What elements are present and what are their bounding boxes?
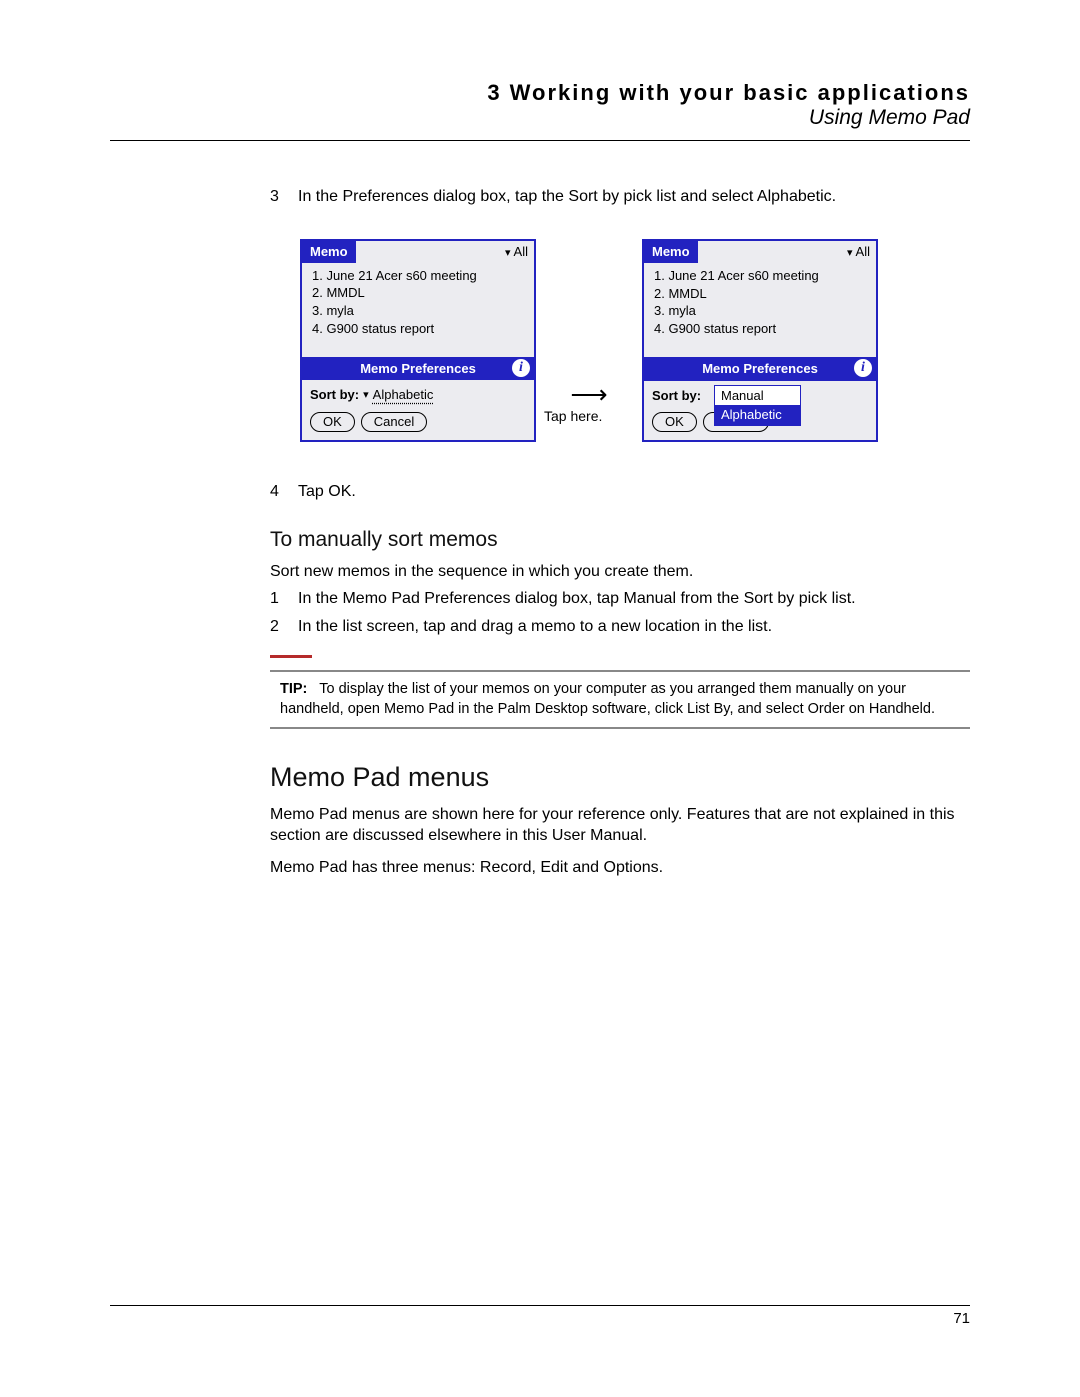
category-picker[interactable]: All: [358, 241, 534, 263]
sort-by-dropdown-open[interactable]: Manual Alphabetic: [714, 385, 801, 426]
palm-screen-after: Memo All 1. June 21 Acer s60 meeting 2. …: [642, 239, 878, 442]
ok-button[interactable]: OK: [652, 412, 697, 432]
section-title: Using Memo Pad: [110, 106, 970, 130]
dropdown-option-alphabetic[interactable]: Alphabetic: [715, 405, 800, 425]
pref-title-text: Memo Preferences: [360, 361, 476, 376]
memo-list: 1. June 21 Acer s60 meeting 2. MMDL 3. m…: [644, 263, 876, 357]
sort-by-label: Sort by:: [310, 386, 359, 404]
tip-box: TIP: To display the list of your memos o…: [270, 670, 970, 729]
sub-intro: Sort new memos in the sequence in which …: [270, 561, 970, 583]
app-title: Memo: [302, 241, 358, 263]
app-titlebar: Memo All: [302, 241, 534, 263]
list-item[interactable]: 2. MMDL: [312, 284, 528, 302]
step-number: 1: [270, 588, 298, 610]
section-memo-pad-menus: Memo Pad menus: [270, 759, 970, 795]
substep-2: 2 In the list screen, tap and drag a mem…: [270, 616, 970, 638]
subheading-manual-sort: To manually sort memos: [270, 526, 970, 554]
info-icon[interactable]: i: [854, 359, 872, 377]
app-title: Memo: [644, 241, 700, 263]
section2-para1: Memo Pad menus are shown here for your r…: [270, 804, 970, 847]
category-label: All: [514, 243, 528, 261]
category-picker[interactable]: All: [700, 241, 876, 263]
ok-button[interactable]: OK: [310, 412, 355, 432]
tip-text: To display the list of your memos on you…: [280, 681, 935, 717]
step-4: 4 Tap OK.: [270, 481, 970, 503]
step-3: 3 In the Preferences dialog box, tap the…: [270, 186, 970, 208]
sort-by-label: Sort by:: [652, 387, 701, 405]
pref-dialog-title: Memo Preferences i: [644, 357, 876, 381]
dropdown-icon: [847, 243, 853, 261]
step-text: In the Memo Pad Preferences dialog box, …: [298, 588, 970, 610]
palm-screen-before: Memo All 1. June 21 Acer s60 meeting 2. …: [300, 239, 536, 442]
step-text: In the list screen, tap and drag a memo …: [298, 616, 970, 638]
callout-tap-here: Tap here.: [544, 407, 602, 426]
list-item[interactable]: 3. myla: [312, 302, 528, 320]
page-header: 3 Working with your basic applications U…: [110, 80, 970, 141]
section2-para2: Memo Pad has three menus: Record, Edit a…: [270, 857, 970, 879]
arrow-right-icon: ⟶: [544, 381, 634, 407]
info-icon[interactable]: i: [512, 359, 530, 377]
page-number: 71: [953, 1310, 970, 1327]
sort-by-value[interactable]: Alphabetic: [373, 386, 434, 404]
tip-accent-bar: [270, 655, 312, 658]
dropdown-icon: [505, 243, 511, 261]
pref-dialog-title: Memo Preferences i: [302, 357, 534, 381]
app-titlebar: Memo All: [644, 241, 876, 263]
pref-dialog-body: Sort by: Manual Alphabetic OK Cancel: [644, 381, 876, 441]
step-number: 2: [270, 616, 298, 638]
dropdown-option-manual[interactable]: Manual: [715, 386, 800, 406]
chapter-title: 3 Working with your basic applications: [110, 80, 970, 106]
step-text: In the Preferences dialog box, tap the S…: [298, 186, 970, 208]
list-item[interactable]: 4. G900 status report: [312, 320, 528, 338]
list-item[interactable]: 1. June 21 Acer s60 meeting: [654, 267, 870, 285]
list-item[interactable]: 4. G900 status report: [654, 320, 870, 338]
page-footer: 71: [110, 1305, 970, 1327]
list-item[interactable]: 1. June 21 Acer s60 meeting: [312, 267, 528, 285]
memo-list: 1. June 21 Acer s60 meeting 2. MMDL 3. m…: [302, 263, 534, 357]
figure-memo-preferences: Memo All 1. June 21 Acer s60 meeting 2. …: [300, 226, 970, 456]
list-item[interactable]: 2. MMDL: [654, 285, 870, 303]
substep-1: 1 In the Memo Pad Preferences dialog box…: [270, 588, 970, 610]
step-number: 4: [270, 481, 298, 503]
step-text: Tap OK.: [298, 481, 970, 503]
dropdown-icon[interactable]: [363, 386, 369, 404]
pref-title-text: Memo Preferences: [702, 361, 818, 376]
cancel-button[interactable]: Cancel: [361, 412, 427, 432]
step-number: 3: [270, 186, 298, 208]
category-label: All: [856, 243, 870, 261]
pref-dialog-body: Sort by: Alphabetic OK Cancel: [302, 380, 534, 440]
tip-label: TIP:: [280, 681, 307, 697]
list-item[interactable]: 3. myla: [654, 302, 870, 320]
